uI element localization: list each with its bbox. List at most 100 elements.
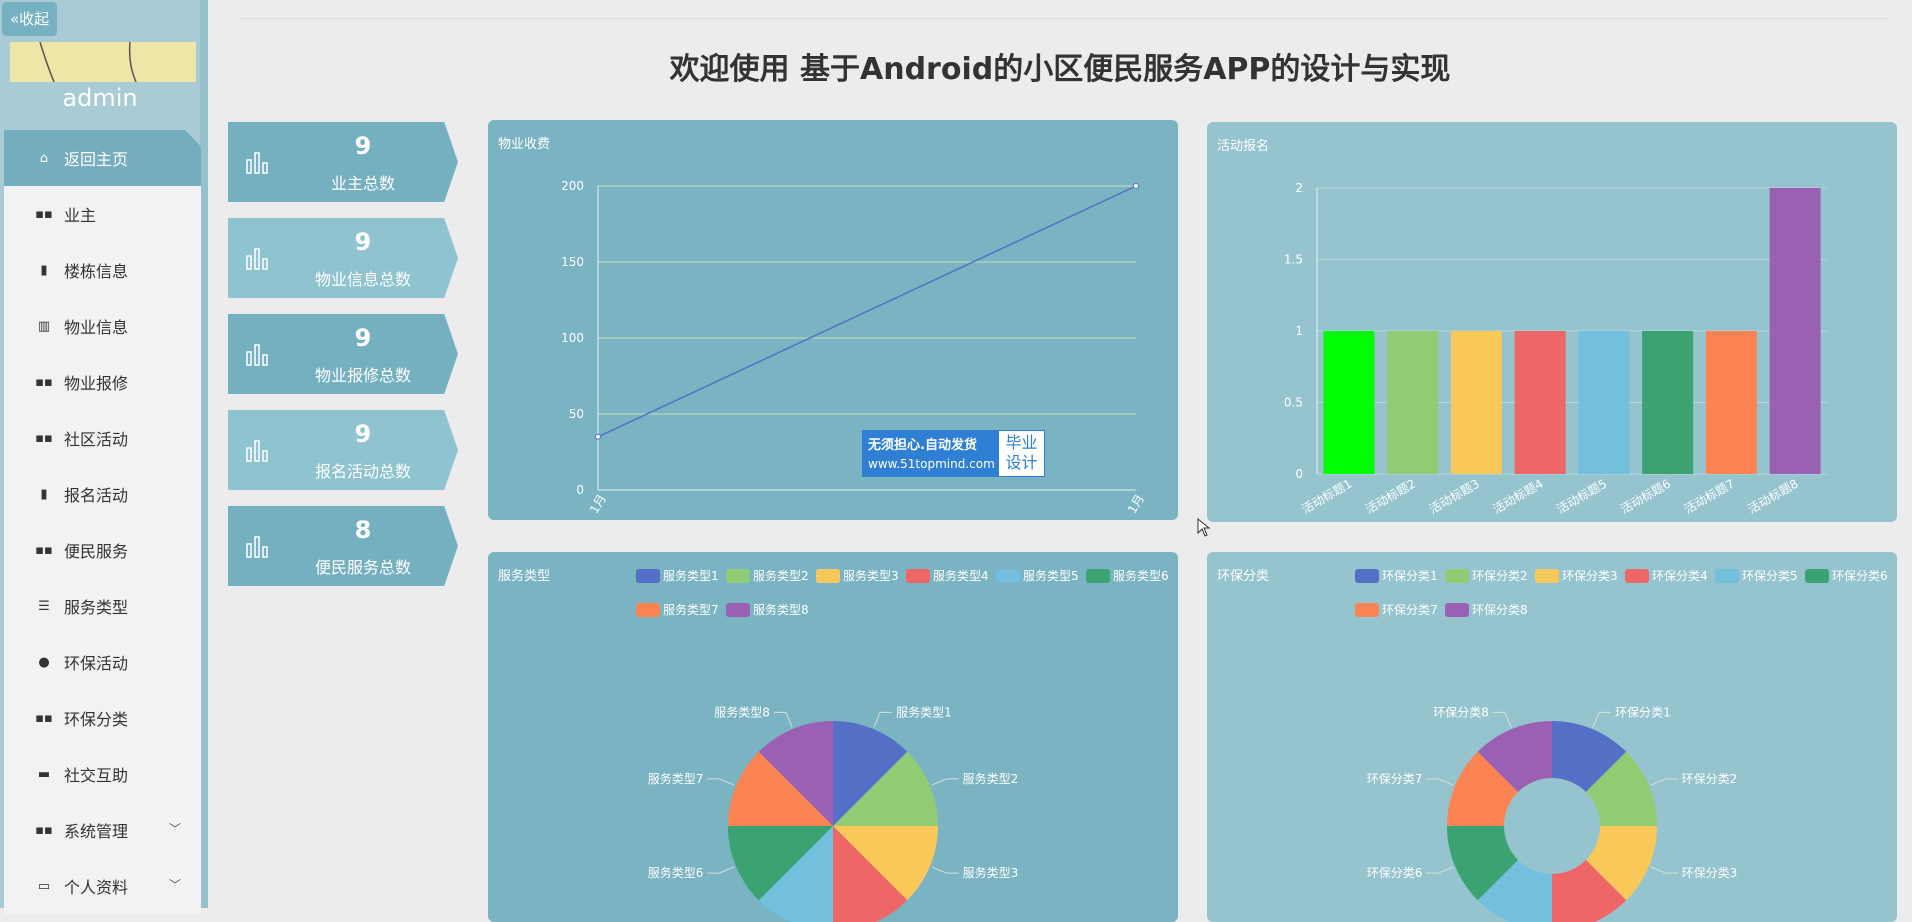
watermark-side-2: 设计 <box>1005 453 1038 472</box>
sidebar-item-4[interactable]: ▥ 物业信息 <box>4 298 201 354</box>
stat-label: 物业信息总数 <box>314 270 411 289</box>
label-leader <box>1650 866 1678 874</box>
x-tick-label: 活动标题3 <box>1427 476 1482 516</box>
grid-icon: ▪▪ <box>35 542 53 558</box>
chat-icon: ▬ <box>37 766 51 782</box>
chevron-down-icon: ﹀ <box>168 822 181 836</box>
label-leader <box>1426 778 1454 786</box>
bar[interactable] <box>1514 331 1566 474</box>
label-leader <box>1650 778 1678 786</box>
bar[interactable] <box>1387 331 1439 474</box>
page-title: 欢迎使用 基于Android的小区便民服务APP的设计与实现 <box>669 52 1451 87</box>
stat-label: 物业报修总数 <box>314 366 411 385</box>
list-icon: ☰ <box>38 598 50 614</box>
stat-value: 9 <box>354 132 372 160</box>
data-point[interactable] <box>1133 183 1139 189</box>
sidebar-item-label: 环保活动 <box>64 654 129 673</box>
sidebar-item-8[interactable]: ▪▪ 便民服务 <box>4 522 201 578</box>
label-leader <box>1426 866 1454 874</box>
x-tick-label: 活动标题6 <box>1618 476 1673 516</box>
bar[interactable] <box>1578 331 1630 474</box>
sidebar-item-6[interactable]: ▪▪ 社区活动 <box>4 410 201 466</box>
sidebar-item-9[interactable]: ☰ 服务类型 <box>4 578 201 634</box>
sidebar-item-10[interactable]: ● 环保活动 <box>4 634 201 690</box>
sidebar-item-label: 环保分类 <box>64 710 129 729</box>
watermark-left: 无须担心.自动发货 www.51topmind.com <box>862 430 998 477</box>
eco-category-chart: 环保分类1环保分类2环保分类3环保分类4环保分类5环保分类6环保分类7环保分类8 <box>1367 705 1738 922</box>
watermark-side-1: 毕业 <box>1005 433 1038 452</box>
sidebar-item-12[interactable]: ▬ 社交互助 <box>4 746 201 802</box>
label-leader <box>707 778 735 786</box>
x-tick-label: 活动标题2 <box>1363 476 1418 516</box>
x-tick-label: 活动标题5 <box>1554 476 1609 516</box>
bar-chart-icon <box>246 536 268 558</box>
watermark-line2: www.51topmind.com <box>868 457 995 471</box>
label-leader <box>1592 711 1612 728</box>
y-tick-label: 50 <box>569 407 584 421</box>
slice-label: 服务类型1 <box>896 704 952 719</box>
clipboard-icon: ▮ <box>40 486 48 502</box>
service-type-panel: 服务类型 服务类型1 服务类型2 服务类型3 服务类型4 服务类型5 服务类型6 服务类型7… <box>488 552 1178 922</box>
bar[interactable] <box>1323 331 1375 474</box>
mouse-cursor-icon <box>1197 518 1211 537</box>
sidebar-item-label: 楼栋信息 <box>64 262 129 281</box>
data-point[interactable] <box>595 433 601 440</box>
stat-value: 8 <box>354 516 372 544</box>
slice-label: 环保分类7 <box>1367 772 1423 786</box>
slice-label: 服务类型7 <box>648 771 704 786</box>
stat-label: 便民服务总数 <box>314 558 411 577</box>
bar[interactable] <box>1769 188 1821 474</box>
sidebar-item-label: 系统管理 <box>64 822 129 841</box>
y-tick-label: 1.5 <box>1284 253 1303 267</box>
bar-chart-icon <box>246 440 268 462</box>
collapse-button[interactable]: «收起 <box>2 2 58 36</box>
sidebar-item-label: 物业报修 <box>64 374 129 393</box>
sidebar-item-7[interactable]: ▮ 报名活动 <box>4 466 201 522</box>
label-leader <box>707 866 735 874</box>
bar[interactable] <box>1642 331 1694 474</box>
sidebar-item-label: 业主 <box>64 206 97 225</box>
label-leader <box>773 711 793 728</box>
clipboard-icon: ▮ <box>40 262 48 278</box>
y-tick-label: 0.5 <box>1284 396 1303 410</box>
sidebar-item-label: 社区活动 <box>64 430 129 449</box>
sidebar-item-5[interactable]: ▪▪ 物业报修 <box>4 354 201 410</box>
slice-label: 环保分类3 <box>1682 866 1738 880</box>
watermark-badge: 无须担心.自动发货 www.51topmind.com 毕业 设计 <box>862 430 1045 477</box>
y-tick-label: 2 <box>1295 181 1303 195</box>
x-tick-label: 活动标题1 <box>1299 476 1354 516</box>
slice-label: 环保分类8 <box>1433 705 1489 719</box>
sidebar-item-label: 服务类型 <box>64 598 129 617</box>
slice-label: 服务类型2 <box>963 771 1019 786</box>
sidebar-item-13[interactable]: ▪▪ 系统管理 ﹀ <box>4 802 201 858</box>
sidebar-menu: ⌂ 返回主页 ▪▪ 业主 ▮ 楼栋信息 ▥ 物业信息 ▪▪ 物业报修 ▪▪ 社区活动 ▮ 报名活动 ▪▪ 便民… <box>4 130 201 914</box>
property-fee-panel: 物业收费 0 50 100 150 200 1月 1月 <box>488 120 1178 520</box>
stat-value: 9 <box>354 324 372 352</box>
watermark-line1: 无须担心.自动发货 <box>868 438 977 453</box>
sidebar-item-3[interactable]: ▮ 楼栋信息 <box>4 242 201 298</box>
y-tick-label: 0 <box>576 483 584 497</box>
slice-label: 服务类型6 <box>648 865 704 880</box>
sidebar-item-2[interactable]: ▪▪ 业主 <box>4 186 201 242</box>
x-tick-label: 活动标题7 <box>1682 476 1737 516</box>
sidebar-rail <box>200 0 208 908</box>
sidebar-item-label: 报名活动 <box>64 486 129 505</box>
user-name: admin <box>62 84 138 112</box>
stat-card: 9 业主总数 <box>228 122 458 202</box>
sidebar: «收起 admin ⌂ 返回主页 ▪▪ 业主 ▮ 楼栋信息 ▥ 物业信息 ▪▪ 物业报修 ▪▪ 社区活… <box>0 0 208 914</box>
bar[interactable] <box>1705 331 1757 474</box>
y-tick-label: 200 <box>561 179 584 193</box>
service-type-chart: 服务类型1服务类型2服务类型3服务类型4服务类型5服务类型6服务类型7服务类型8 <box>648 704 1019 922</box>
sidebar-item-1[interactable]: ⌂ 返回主页 <box>4 130 201 186</box>
stat-card: 9 报名活动总数 <box>228 410 458 490</box>
stat-card: 8 便民服务总数 <box>228 506 458 586</box>
y-tick-label: 1 <box>1295 324 1303 338</box>
sidebar-item-label: 便民服务 <box>64 542 129 561</box>
sidebar-item-14[interactable]: ▭ 个人资料 ﹀ <box>4 858 201 914</box>
label-leader <box>873 711 893 728</box>
sidebar-item-11[interactable]: ▪▪ 环保分类 <box>4 690 201 746</box>
label-leader <box>931 778 959 786</box>
bar[interactable] <box>1450 331 1502 474</box>
chevron-down-icon: ﹀ <box>168 878 181 892</box>
x-tick-label: 1月 <box>1125 492 1147 516</box>
